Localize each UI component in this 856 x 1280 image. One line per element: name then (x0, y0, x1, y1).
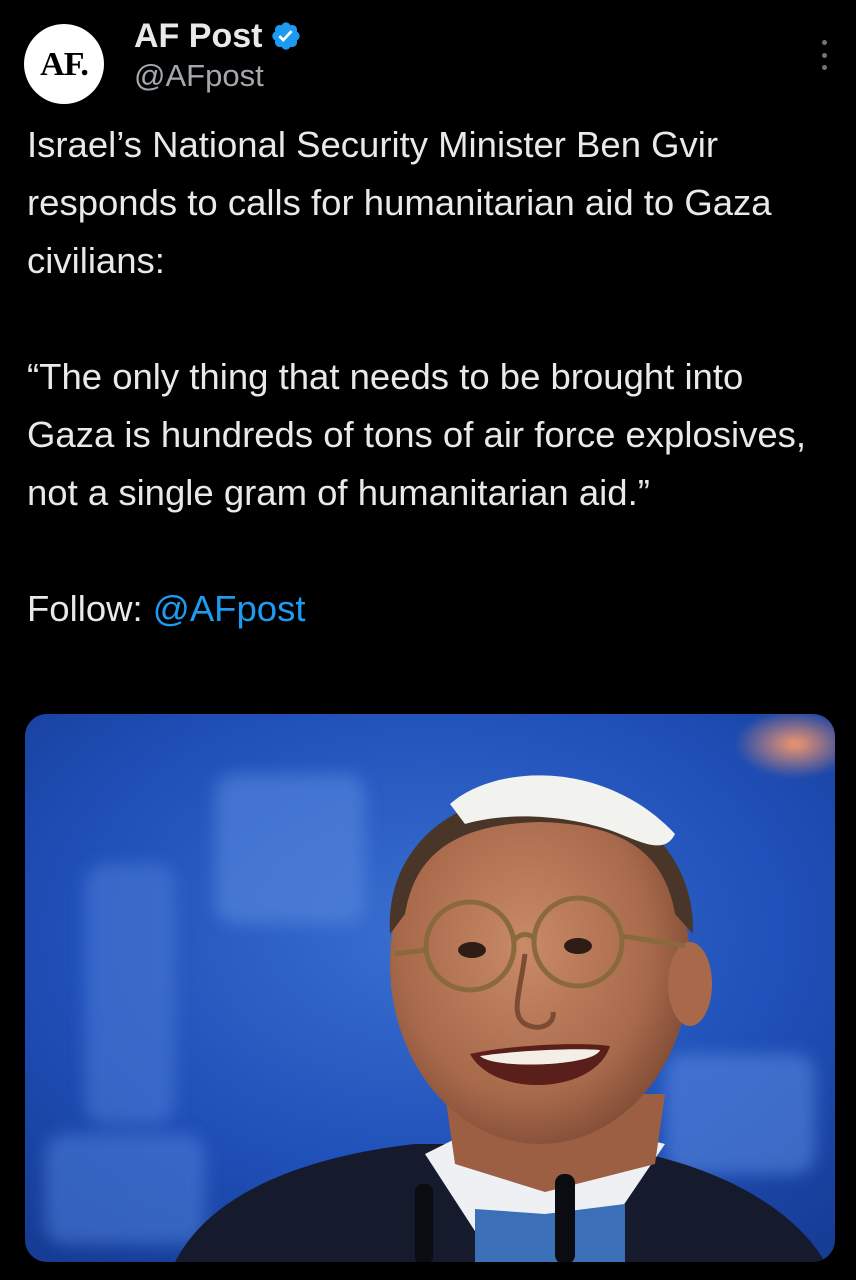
display-name[interactable]: AF Post (134, 17, 262, 56)
handle[interactable]: @AFpost (134, 58, 302, 94)
avatar-logo-text: AF. (40, 46, 89, 83)
follow-label: Follow: (27, 588, 143, 629)
photo-illustration (25, 714, 835, 1262)
verified-badge-icon (272, 22, 301, 50)
more-options-icon[interactable] (820, 40, 828, 70)
follow-mention-link[interactable]: @AFpost (153, 588, 306, 629)
tweet-paragraph-intro: Israel’s National Security Minister Ben … (27, 124, 772, 281)
author-block: AF Post @AFpost (134, 14, 302, 94)
tweet-media-photo[interactable] (25, 714, 835, 1262)
tweet-paragraph-quote: “The only thing that needs to be brought… (27, 356, 807, 513)
tweet-text: Israel’s National Security Minister Ben … (27, 116, 837, 638)
tweet-follow-line: Follow: @AFpost (27, 580, 837, 638)
tweet[interactable]: AF. AF Post @AFpost Israel’s National Se… (0, 0, 856, 1280)
avatar[interactable]: AF. (24, 24, 104, 104)
name-row: AF Post (134, 14, 302, 58)
